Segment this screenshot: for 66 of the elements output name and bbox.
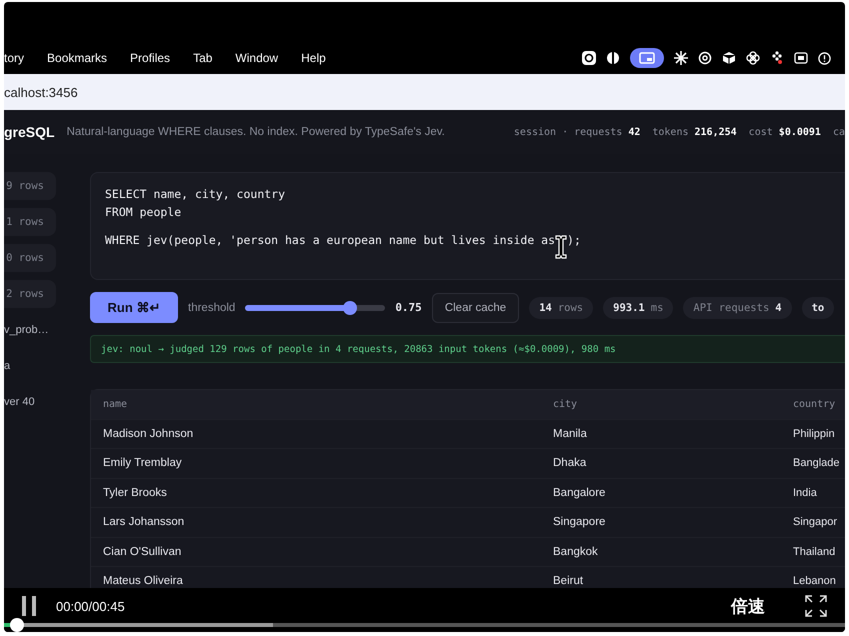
speed-button[interactable]: 倍速 <box>731 594 765 618</box>
column-header: country <box>793 398 836 410</box>
query-history-item[interactable]: 2 rows <box>4 280 56 308</box>
dots-icon[interactable] <box>770 51 784 65</box>
menu-item[interactable]: Window <box>235 51 278 65</box>
threshold-label: threshold <box>188 302 236 314</box>
sidebar-text: a <box>4 359 12 374</box>
run-button[interactable]: Run ⌘↵ <box>90 292 178 323</box>
contrast-icon[interactable] <box>606 51 620 65</box>
table-cell-text: Bangkok <box>553 546 599 558</box>
session-stat: ca <box>832 126 845 138</box>
table-cell-text: Lars Johansson <box>103 516 186 528</box>
table-cell-text: Tyler Brooks <box>103 486 168 499</box>
status-log: jev: noul → judged 129 rows of people in 4 requests, 20863 input tokens (≈$0.0009), 980 ms <box>90 335 845 363</box>
column-header: city <box>553 398 578 410</box>
progress-bar[interactable] <box>4 618 845 632</box>
table-cell-text: Lebanon <box>793 575 837 588</box>
text-cursor-icon <box>555 235 568 259</box>
menu-item[interactable]: Help <box>301 51 326 65</box>
session-stat: cost $0.0091 <box>748 126 821 138</box>
result-stat: API requests 4 <box>683 296 792 318</box>
table-cell-text: Madison Johnson <box>103 428 194 440</box>
screen-share-icon[interactable] <box>630 48 664 68</box>
app-title: greSQL <box>4 124 55 140</box>
table-cell-text: Manila <box>553 428 588 440</box>
table-cell-text: Philippin <box>793 428 836 440</box>
query-history-item[interactable]: 9 rows <box>4 172 56 200</box>
result-stat: 993.1 ms <box>603 296 674 318</box>
table-cell-text: Cian O'Sullivan <box>103 546 182 558</box>
address-text[interactable]: calhost:3456 <box>4 84 78 100</box>
result-stat: to <box>802 296 834 318</box>
clear-cache-button[interactable]: Clear cache <box>432 292 520 322</box>
table-cell-text: Bangalore <box>553 486 606 499</box>
playback-time: 00:00/00:45 <box>56 598 125 614</box>
menu-item[interactable]: Bookmarks <box>47 51 108 65</box>
session-stat: tokens 216,254 <box>652 126 737 138</box>
cube-icon[interactable] <box>722 51 736 65</box>
menu-item[interactable]: Profiles <box>130 51 170 65</box>
sidebar-text: v_prob… <box>4 323 50 338</box>
flower-icon[interactable] <box>746 51 760 65</box>
query-history-item[interactable]: 1 rows <box>4 208 56 236</box>
result-stat: 14 rows <box>529 296 594 318</box>
table-cell-text: Mateus Oliveira <box>103 575 184 588</box>
pause-icon[interactable] <box>20 596 38 616</box>
sidebar-text: ver 40 <box>4 395 36 410</box>
table-cell-text: Banglade <box>793 457 840 470</box>
menu-item[interactable]: tory <box>4 51 24 65</box>
threshold-value: 0.75 <box>395 301 422 314</box>
column-header: name <box>103 398 128 410</box>
table-cell-text: Thailand <box>793 546 836 558</box>
fullscreen-icon[interactable] <box>805 595 827 617</box>
circle-icon[interactable] <box>582 51 596 65</box>
query-history-item[interactable]: 0 rows <box>4 244 56 272</box>
alert-icon[interactable] <box>818 52 831 64</box>
table-cell-text: Singapor <box>793 516 838 528</box>
sql-editor[interactable]: SELECT name, city, country FROM people WHERE jev(people, 'person has a european name but lives inside as ); <box>90 172 845 280</box>
table-cell-text: Singapore <box>553 516 606 528</box>
table-cell-text: Beirut <box>553 575 584 588</box>
table-cell-text: Emily Tremblay <box>103 457 183 470</box>
table-cell-text: India <box>793 486 818 499</box>
table-cell-text: Dhaka <box>553 457 588 470</box>
menu-item[interactable]: Tab <box>193 51 212 65</box>
session-stat: session · requests 42 <box>514 126 640 138</box>
window-icon[interactable] <box>794 52 808 64</box>
tagline: Natural-language WHERE clauses. No index. Powered by TypeSafe's Jev. <box>66 126 445 138</box>
sparkle-icon[interactable] <box>674 51 688 65</box>
